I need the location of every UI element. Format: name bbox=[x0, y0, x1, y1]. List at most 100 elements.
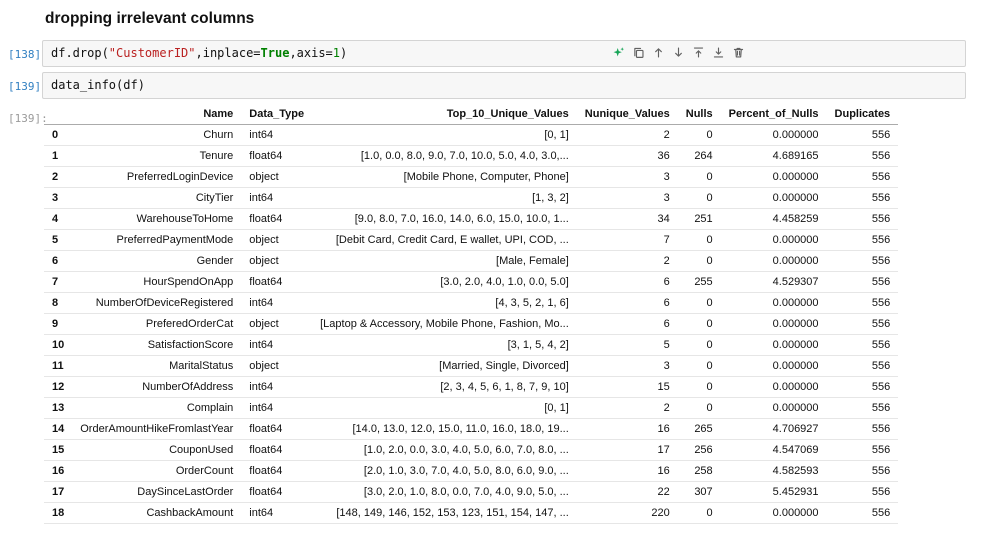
table-cell: float64 bbox=[241, 419, 312, 440]
row-index: 5 bbox=[44, 230, 72, 251]
output-area: NameData_TypeTop_10_Unique_ValuesNunique… bbox=[42, 104, 1000, 524]
table-cell: 0 bbox=[678, 230, 721, 251]
table-row: 15CouponUsedfloat64[1.0, 2.0, 0.0, 3.0, … bbox=[44, 440, 898, 461]
table-cell: 6 bbox=[577, 272, 678, 293]
table-cell: 264 bbox=[678, 146, 721, 167]
ai-sparkle-button[interactable] bbox=[609, 43, 627, 61]
page-title: dropping irrelevant columns bbox=[45, 10, 1000, 28]
table-cell: 16 bbox=[577, 419, 678, 440]
input-prompt: [139]: bbox=[6, 72, 42, 93]
table-row: 12NumberOfAddressint64[2, 3, 4, 5, 6, 1,… bbox=[44, 377, 898, 398]
code-token: data_info(df) bbox=[51, 78, 145, 92]
table-cell: 36 bbox=[577, 146, 678, 167]
cell-toolbar bbox=[609, 43, 747, 61]
row-index: 11 bbox=[44, 356, 72, 377]
output-cell-139: [139]: NameData_TypeTop_10_Unique_Values… bbox=[6, 104, 1000, 524]
table-cell: 255 bbox=[678, 272, 721, 293]
row-index: 2 bbox=[44, 167, 72, 188]
move-cell-up-button[interactable] bbox=[649, 43, 667, 61]
table-cell: 0 bbox=[678, 398, 721, 419]
table-cell: int64 bbox=[241, 125, 312, 146]
table-cell: CashbackAmount bbox=[72, 503, 241, 524]
table-row: 17DaySinceLastOrderfloat64[3.0, 2.0, 1.0… bbox=[44, 482, 898, 503]
table-cell: 4.529307 bbox=[721, 272, 827, 293]
table-cell: 2 bbox=[577, 251, 678, 272]
table-row: 8NumberOfDeviceRegisteredint64[4, 3, 5, … bbox=[44, 293, 898, 314]
table-row: 1Tenurefloat64[1.0, 0.0, 8.0, 9.0, 7.0, … bbox=[44, 146, 898, 167]
table-row: 11MaritalStatusobject[Married, Single, D… bbox=[44, 356, 898, 377]
table-cell: 0.000000 bbox=[721, 251, 827, 272]
table-cell: 556 bbox=[827, 146, 899, 167]
table-cell: float64 bbox=[241, 272, 312, 293]
table-cell: 0.000000 bbox=[721, 503, 827, 524]
table-cell: [148, 149, 146, 152, 153, 123, 151, 154,… bbox=[312, 503, 577, 524]
insert-cell-above-button[interactable] bbox=[689, 43, 707, 61]
table-cell: 556 bbox=[827, 356, 899, 377]
table-cell: 16 bbox=[577, 461, 678, 482]
table-cell: 556 bbox=[827, 335, 899, 356]
table-cell: 0 bbox=[678, 356, 721, 377]
table-cell: 256 bbox=[678, 440, 721, 461]
input-prompt: [138]: bbox=[6, 40, 42, 61]
table-cell: [3, 1, 5, 4, 2] bbox=[312, 335, 577, 356]
table-row: 0Churnint64[0, 1]200.000000556 bbox=[44, 125, 898, 146]
table-cell: 0.000000 bbox=[721, 314, 827, 335]
table-cell: int64 bbox=[241, 188, 312, 209]
row-index: 7 bbox=[44, 272, 72, 293]
move-up-icon bbox=[652, 46, 665, 59]
code-editor[interactable]: data_info(df) bbox=[43, 73, 965, 98]
table-cell: 556 bbox=[827, 251, 899, 272]
table-cell: 556 bbox=[827, 461, 899, 482]
table-cell: [Laptop & Accessory, Mobile Phone, Fashi… bbox=[312, 314, 577, 335]
table-header-row: NameData_TypeTop_10_Unique_ValuesNunique… bbox=[44, 104, 898, 125]
table-cell: 556 bbox=[827, 188, 899, 209]
notebook: dropping irrelevant columns [138]: df.dr… bbox=[0, 0, 1000, 524]
delete-cell-button[interactable] bbox=[729, 43, 747, 61]
table-cell: 3 bbox=[577, 167, 678, 188]
table-cell: [2.0, 1.0, 3.0, 7.0, 4.0, 5.0, 8.0, 6.0,… bbox=[312, 461, 577, 482]
table-cell: 5 bbox=[577, 335, 678, 356]
duplicate-cell-button[interactable] bbox=[629, 43, 647, 61]
table-cell: 0.000000 bbox=[721, 377, 827, 398]
table-cell: NumberOfDeviceRegistered bbox=[72, 293, 241, 314]
duplicate-icon bbox=[632, 46, 645, 59]
table-cell: [1.0, 0.0, 8.0, 9.0, 7.0, 10.0, 5.0, 4.0… bbox=[312, 146, 577, 167]
insert-cell-below-button[interactable] bbox=[709, 43, 727, 61]
table-cell: 556 bbox=[827, 440, 899, 461]
table-cell: float64 bbox=[241, 461, 312, 482]
table-cell: WarehouseToHome bbox=[72, 209, 241, 230]
table-row: 2PreferredLoginDeviceobject[Mobile Phone… bbox=[44, 167, 898, 188]
row-index: 0 bbox=[44, 125, 72, 146]
table-cell: [3.0, 2.0, 4.0, 1.0, 0.0, 5.0] bbox=[312, 272, 577, 293]
table-cell: 556 bbox=[827, 398, 899, 419]
move-cell-down-button[interactable] bbox=[669, 43, 687, 61]
table-cell: 3 bbox=[577, 188, 678, 209]
code-editor[interactable]: df.drop("CustomerID",inplace=True,axis=1… bbox=[43, 41, 965, 66]
code-cell-input-area[interactable]: data_info(df) bbox=[42, 72, 966, 99]
delete-icon bbox=[732, 46, 745, 59]
table-cell: [1, 3, 2] bbox=[312, 188, 577, 209]
code-cell-input-area[interactable]: df.drop("CustomerID",inplace=True,axis=1… bbox=[42, 40, 966, 67]
table-cell: int64 bbox=[241, 293, 312, 314]
table-cell: [14.0, 13.0, 12.0, 15.0, 11.0, 16.0, 18.… bbox=[312, 419, 577, 440]
table-cell: 0 bbox=[678, 377, 721, 398]
table-cell: 220 bbox=[577, 503, 678, 524]
table-cell: 2 bbox=[577, 125, 678, 146]
table-row: 10SatisfactionScoreint64[3, 1, 5, 4, 2]5… bbox=[44, 335, 898, 356]
table-cell: 265 bbox=[678, 419, 721, 440]
column-header: Nulls bbox=[678, 104, 721, 125]
table-cell: int64 bbox=[241, 377, 312, 398]
column-header: Data_Type bbox=[241, 104, 312, 125]
table-cell: 556 bbox=[827, 209, 899, 230]
code-token: "CustomerID" bbox=[109, 46, 196, 60]
table-cell: 4.547069 bbox=[721, 440, 827, 461]
table-row: 18CashbackAmountint64[148, 149, 146, 152… bbox=[44, 503, 898, 524]
table-cell: int64 bbox=[241, 503, 312, 524]
table-cell: HourSpendOnApp bbox=[72, 272, 241, 293]
table-cell: [Mobile Phone, Computer, Phone] bbox=[312, 167, 577, 188]
table-cell: PreferredLoginDevice bbox=[72, 167, 241, 188]
table-cell: [2, 3, 4, 5, 6, 1, 8, 7, 9, 10] bbox=[312, 377, 577, 398]
column-header: Name bbox=[72, 104, 241, 125]
move-down-icon bbox=[672, 46, 685, 59]
insert-above-icon bbox=[692, 46, 705, 59]
